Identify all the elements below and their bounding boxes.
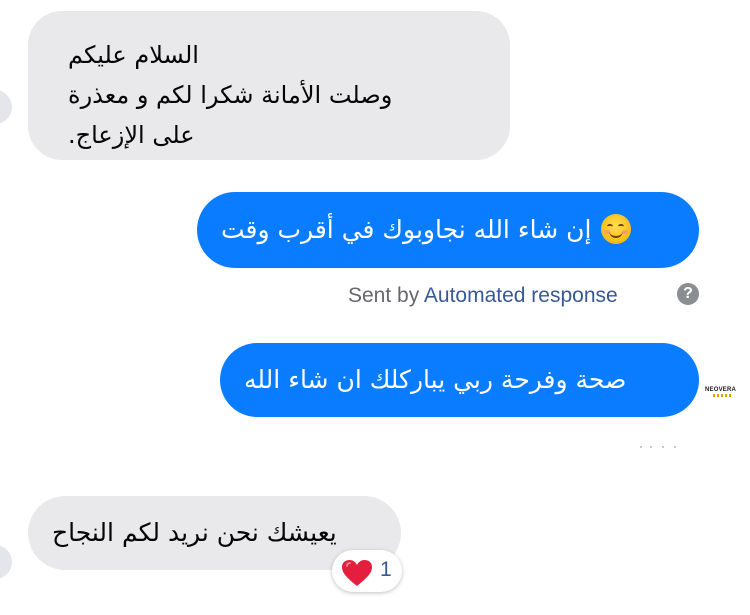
message-line: على الإزعاج. [68, 121, 195, 149]
help-icon[interactable]: ? [677, 283, 699, 305]
sent-by-label: Sent by Automated response [348, 284, 618, 308]
outgoing-message-bubble[interactable]: صحة وفرحة ربي يباركلك ان شاء الله [220, 343, 699, 417]
message-text: صحة وفرحة ربي يباركلك ان شاء الله [244, 365, 627, 394]
read-receipt-avatar: NEOVERA [705, 380, 739, 404]
message-text: يعيشك نحن نريد لكم النجاح [52, 518, 337, 547]
message-line: السلام عليكم [68, 41, 199, 69]
reaction-count: 1 [380, 558, 392, 581]
delivery-dots [640, 444, 680, 450]
sender-avatar[interactable] [0, 545, 12, 579]
read-receipt-logo-text: NEOVERA [705, 387, 737, 393]
sender-avatar[interactable] [0, 90, 12, 124]
message-text: إن شاء الله نجاوبوك في أقرب وقت [221, 215, 592, 244]
stars-decoration [713, 394, 733, 397]
automated-response-link[interactable]: Automated response [424, 284, 618, 307]
message-line: وصلت الأمانة شكرا لكم و معذرة [68, 81, 393, 109]
smiling-face-emoji-icon [601, 214, 632, 244]
outgoing-message-bubble[interactable]: إن شاء الله نجاوبوك في أقرب وقت [197, 192, 699, 268]
sent-by-prefix: Sent by [348, 284, 420, 307]
heart-icon [342, 560, 372, 586]
incoming-message-bubble[interactable]: السلام عليكم وصلت الأمانة شكرا لكم و معذ… [28, 11, 510, 160]
reaction-badge[interactable]: 1 [332, 550, 402, 592]
